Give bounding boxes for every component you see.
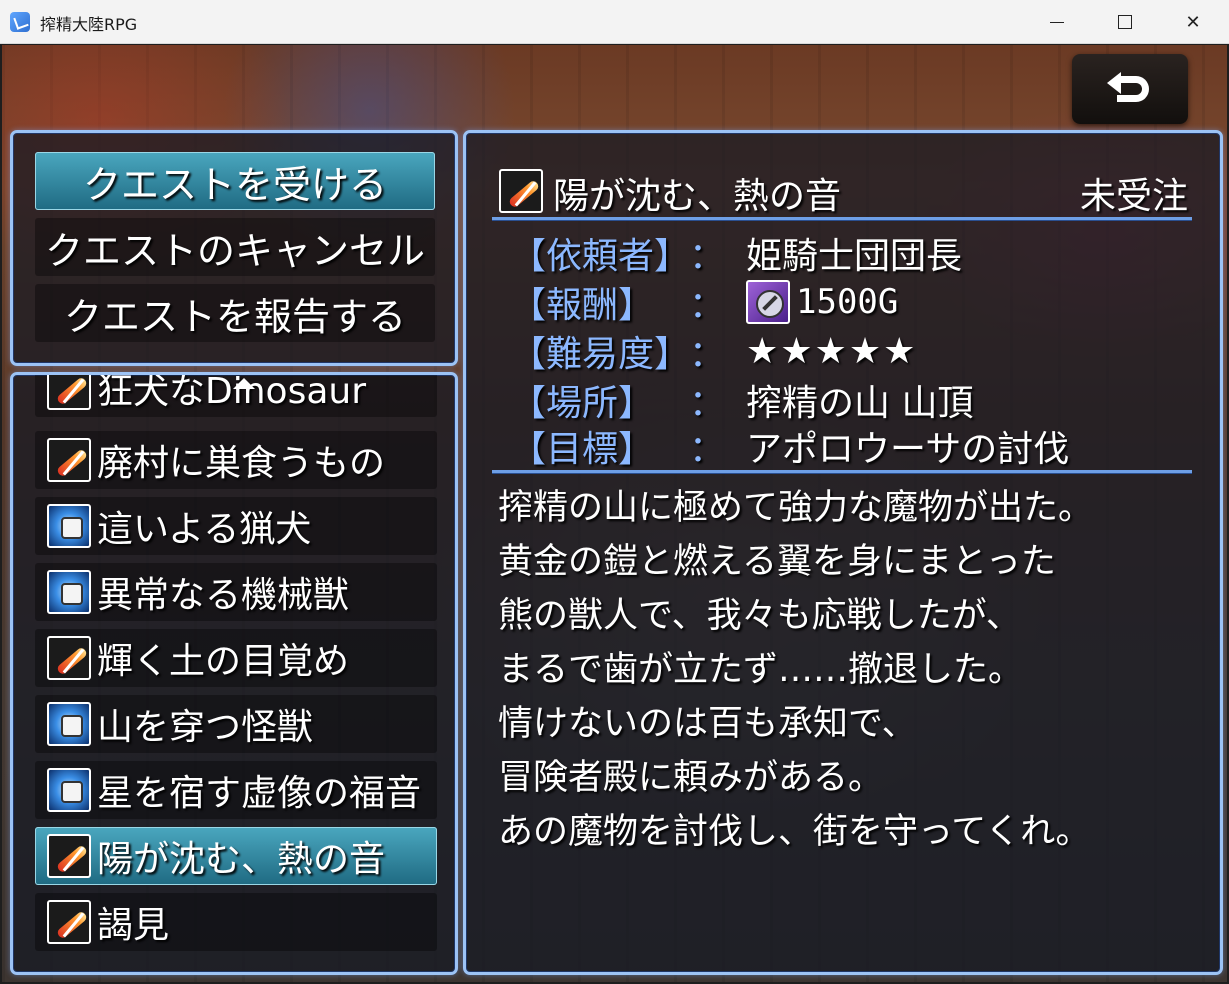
sword-icon bbox=[47, 438, 91, 482]
back-button[interactable] bbox=[1072, 54, 1188, 124]
quest-item[interactable]: 山を穿つ怪獣 bbox=[35, 695, 437, 753]
difficulty-row: 【難易度】 ： ★★★★★ bbox=[510, 327, 1190, 376]
quest-item[interactable]: 星を宿す虚像の福音 bbox=[35, 761, 437, 819]
fist-icon bbox=[47, 570, 91, 614]
client-label: 【依頼者】 bbox=[510, 236, 691, 277]
accept-quest-command[interactable]: クエストを受ける bbox=[35, 152, 435, 210]
reward-row: 【報酬】 ： 1500G bbox=[510, 278, 1190, 326]
divider bbox=[492, 470, 1192, 473]
description-line: 搾精の山に極めて強力な魔物が出た。 bbox=[498, 488, 1094, 528]
objective-label: 【目標】 bbox=[510, 429, 655, 470]
description-line: 黄金の鎧と燃える翼を身にまとった bbox=[498, 542, 1056, 582]
difficulty-label: 【難易度】 bbox=[510, 334, 691, 375]
minimize-icon bbox=[1050, 21, 1064, 23]
description-line: あの魔物を討伐し、街を守ってくれ。 bbox=[498, 812, 1091, 852]
description-line: 冒険者殿に頼みがある。 bbox=[498, 758, 884, 798]
quest-item[interactable]: 這いよる猟犬 bbox=[35, 497, 437, 555]
quest-item[interactable]: 輝く土の目覚め bbox=[35, 629, 437, 687]
command-window: クエストを受ける クエストのキャンセル クエストを報告する bbox=[10, 130, 458, 366]
description-line: まるで歯が立たず……撤退した。 bbox=[498, 650, 1024, 690]
quest-item[interactable]: 謁見 bbox=[35, 893, 437, 951]
location-row: 【場所】 ： 搾精の山 山頂 bbox=[510, 376, 1190, 424]
quest-list-window[interactable]: 狂犬なDinosaur 廃村に巣食うもの 這いよる猟犬 異常なる機械獣 輝く土の… bbox=[10, 372, 458, 975]
sword-icon bbox=[47, 636, 91, 680]
fist-icon bbox=[47, 702, 91, 746]
objective-value: アポロウーサの討伐 bbox=[746, 429, 1070, 470]
description-line: 情けないのは百も承知で、 bbox=[498, 704, 917, 744]
close-button[interactable]: ✕ bbox=[1159, 0, 1227, 44]
fist-icon bbox=[47, 768, 91, 812]
reward-value: 1500G bbox=[796, 282, 899, 322]
report-quest-command[interactable]: クエストを報告する bbox=[35, 284, 435, 342]
fist-icon bbox=[47, 504, 91, 548]
quest-item[interactable]: 異常なる機械獣 bbox=[35, 563, 437, 621]
maximize-icon bbox=[1118, 15, 1132, 29]
return-arrow-icon bbox=[1107, 72, 1153, 106]
game-canvas: クエストを受ける クエストのキャンセル クエストを報告する 狂犬なDinosau… bbox=[2, 45, 1227, 982]
client-value: 姫騎士団団長 bbox=[746, 236, 963, 277]
location-value: 搾精の山 山頂 bbox=[746, 383, 974, 424]
app-icon bbox=[10, 12, 30, 32]
objective-row: 【目標】 ： アポロウーサの討伐 bbox=[510, 422, 1190, 470]
divider bbox=[492, 217, 1192, 220]
cancel-quest-command[interactable]: クエストのキャンセル bbox=[35, 218, 435, 276]
maximize-button[interactable] bbox=[1091, 0, 1159, 44]
quest-status: 未受注 bbox=[1079, 176, 1188, 217]
title-bar: 搾精大陸RPG ✕ bbox=[0, 0, 1229, 44]
minimize-button[interactable] bbox=[1023, 0, 1091, 44]
scroll-up-arrow-icon[interactable] bbox=[233, 378, 255, 389]
quest-item[interactable]: 廃村に巣食うもの bbox=[35, 431, 437, 489]
quest-item-selected[interactable]: 陽が沈む、熱の音 bbox=[35, 827, 437, 885]
difficulty-stars: ★★★★★ bbox=[746, 330, 918, 372]
client-row: 【依頼者】 ： 姫騎士団団長 bbox=[510, 229, 1190, 277]
sword-icon bbox=[47, 834, 91, 878]
quest-title: 陽が沈む、熱の音 bbox=[553, 176, 842, 217]
sword-icon bbox=[499, 169, 543, 213]
quest-detail-window: 陽が沈む、熱の音 未受注 【依頼者】 ： 姫騎士団団長 【報酬】 ： 1500G… bbox=[463, 130, 1223, 975]
window-title: 搾精大陸RPG bbox=[40, 15, 138, 34]
sword-icon bbox=[47, 900, 91, 944]
close-icon: ✕ bbox=[1185, 11, 1201, 33]
quest-description: 搾精の山に極めて強力な魔物が出た。 黄金の鎧と燃える翼を身にまとった 熊の獣人で… bbox=[498, 483, 1198, 861]
description-line: 熊の獣人で、我々も応戦したが、 bbox=[498, 596, 1021, 636]
sword-icon bbox=[47, 375, 91, 410]
coin-icon bbox=[746, 280, 790, 324]
location-label: 【場所】 bbox=[510, 383, 655, 424]
reward-label: 【報酬】 bbox=[510, 285, 655, 326]
